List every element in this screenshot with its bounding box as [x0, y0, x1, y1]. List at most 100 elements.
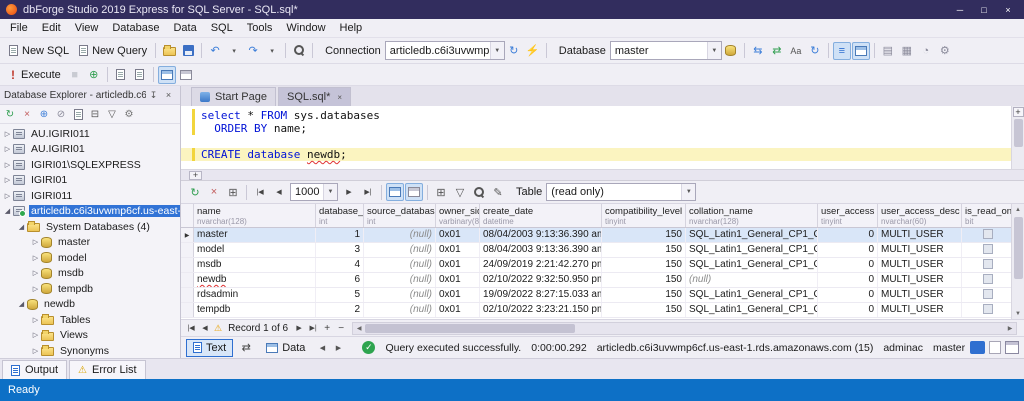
scroll-right-icon[interactable]: ▶	[1004, 325, 1016, 332]
cell-database_id[interactable]: 6	[316, 273, 364, 287]
cell-compatibility_level[interactable]: 150	[602, 258, 686, 272]
attach-icon[interactable]: ⊕	[85, 66, 103, 84]
next-record-icon[interactable]: ▶	[292, 324, 306, 332]
cell-name[interactable]: tempdb	[194, 303, 316, 317]
tree-item-tables[interactable]: ▷Tables	[0, 312, 180, 328]
tree-item-views[interactable]: ▷Views	[0, 328, 180, 344]
expand-icon[interactable]: ▷	[30, 238, 41, 246]
collapse-icon[interactable]: ◢	[16, 300, 27, 308]
tree-item-master[interactable]: ▷master	[0, 235, 180, 251]
schema-compare-icon[interactable]: ⇆	[749, 42, 767, 60]
expand-icon[interactable]: ▷	[2, 176, 13, 184]
sql-view-icon[interactable]	[970, 341, 985, 354]
menu-tools[interactable]: Tools	[240, 19, 280, 38]
tree-item-tempdb[interactable]: ▷tempdb	[0, 281, 180, 297]
dropdown-arrow-icon[interactable]: ▼	[490, 42, 504, 59]
text-view-button[interactable]: Text	[186, 339, 233, 357]
cell-name[interactable]: master	[194, 228, 316, 242]
refresh-connection-icon[interactable]: ↻	[505, 42, 523, 60]
cell-create_date[interactable]: 02/10/2022 9:32:50.950 pm	[480, 273, 602, 287]
scrollbar-thumb[interactable]	[365, 324, 575, 333]
prev-record-icon[interactable]: ◀	[198, 324, 212, 332]
new-database-icon[interactable]	[722, 42, 740, 60]
refresh-icon[interactable]: ↻	[806, 42, 824, 60]
redo-list-icon[interactable]: ▾	[263, 42, 281, 60]
expand-icon[interactable]: ▷	[30, 316, 41, 324]
undo-list-icon[interactable]: ▾	[225, 42, 243, 60]
column-header-database_id[interactable]: database_idint	[316, 204, 364, 227]
cell-is_read_only[interactable]	[962, 258, 1011, 272]
cell-compatibility_level[interactable]: 150	[602, 273, 686, 287]
cell-is_read_only[interactable]	[962, 243, 1011, 257]
cell-user_access[interactable]: 0	[818, 258, 878, 272]
cell-is_read_only[interactable]	[962, 228, 1011, 242]
first-page-icon[interactable]: |◀	[251, 183, 269, 201]
options-icon[interactable]: ⚙	[936, 42, 954, 60]
sql-formatter-icon[interactable]: ≡	[833, 42, 851, 60]
sort-icon[interactable]: Aa	[787, 42, 805, 60]
tree-item-au-igiri011[interactable]: ▷AU.IGIRI011	[0, 126, 180, 142]
find-icon[interactable]	[290, 42, 308, 60]
results-grid-icon[interactable]	[158, 66, 176, 84]
stop-icon[interactable]: ■	[66, 66, 84, 84]
first-record-icon[interactable]: |◀	[184, 324, 198, 332]
menu-file[interactable]: File	[3, 19, 35, 38]
history-icon[interactable]: ◔	[917, 42, 935, 60]
cell-name[interactable]: msdb	[194, 258, 316, 272]
scroll-up-icon[interactable]: ▲	[1015, 204, 1021, 215]
options-icon[interactable]: ⚙	[121, 106, 137, 122]
row-header[interactable]	[181, 258, 194, 272]
editor-lines[interactable]: select * FROM sys.databases ORDER BY nam…	[181, 106, 1011, 169]
grid-row-model[interactable]: model3(null)0x0108/04/2003 9:13:36.390 a…	[181, 243, 1011, 258]
expand-icon[interactable]: ▷	[30, 269, 41, 277]
grid-page-icon[interactable]	[1005, 341, 1019, 354]
code-line-1[interactable]: select * FROM sys.databases	[181, 109, 1011, 122]
data-compare-icon[interactable]: ⇄	[768, 42, 786, 60]
grid-row-rdsadmin[interactable]: rdsadmin5(null)0x0119/09/2022 8:27:15.03…	[181, 288, 1011, 303]
cell-source_database_id[interactable]: (null)	[364, 258, 436, 272]
cell-database_id[interactable]: 5	[316, 288, 364, 302]
tree-item-synonyms[interactable]: ▷Synonyms	[0, 343, 180, 358]
tab-error-list[interactable]: ⚠ Error List	[69, 360, 146, 379]
scroll-left-icon[interactable]: ◀	[353, 325, 365, 332]
cell-is_read_only[interactable]	[962, 303, 1011, 317]
expand-icon[interactable]: ▷	[2, 145, 13, 153]
last-page-icon[interactable]: ▶|	[359, 183, 377, 201]
connection-properties-icon[interactable]: ⚡	[524, 42, 542, 60]
tab-output[interactable]: Output	[2, 360, 67, 379]
filter-icon[interactable]: ▽	[104, 106, 120, 122]
cell-source_database_id[interactable]: (null)	[364, 273, 436, 287]
filter-icon[interactable]: ▽	[451, 183, 469, 201]
cell-create_date[interactable]: 24/09/2019 2:21:42.270 pm	[480, 258, 602, 272]
cell-collation_name[interactable]: SQL_Latin1_General_CP1_CI_AS	[686, 288, 818, 302]
collapse-icon[interactable]: ◢	[16, 223, 27, 231]
cell-collation_name[interactable]: SQL_Latin1_General_CP1_CI_AS	[686, 303, 818, 317]
append-record-icon[interactable]: +	[320, 323, 334, 334]
columns-icon[interactable]: ▦	[898, 42, 916, 60]
maximize-button[interactable]: □	[972, 1, 996, 18]
editor-results-splitter[interactable]: +	[181, 170, 1024, 181]
refresh-icon[interactable]: ↻	[2, 106, 18, 122]
close-button[interactable]: ×	[996, 1, 1020, 18]
dropdown-arrow-icon[interactable]: ▼	[707, 42, 721, 59]
cell-is_read_only[interactable]	[962, 288, 1011, 302]
new-sql-button[interactable]: New SQL	[4, 41, 74, 61]
new-query-button[interactable]: New Query	[74, 41, 152, 61]
checkbox-unchecked[interactable]	[983, 289, 993, 299]
cell-user_access_desc[interactable]: MULTI_USER	[878, 243, 962, 257]
undo-icon[interactable]: ↶	[206, 42, 224, 60]
row-header[interactable]	[181, 288, 194, 302]
tree-item-newdb[interactable]: ◢newdb	[0, 297, 180, 313]
cell-create_date[interactable]: 02/10/2022 3:23:21.150 pm	[480, 303, 602, 317]
execute-button[interactable]: ! Execute	[4, 65, 66, 85]
split-editor-icon[interactable]: +	[1013, 107, 1024, 117]
cell-user_access_desc[interactable]: MULTI_USER	[878, 258, 962, 272]
minimize-button[interactable]: ─	[948, 1, 972, 18]
save-icon[interactable]	[179, 42, 197, 60]
collapse-splitter-icon[interactable]: +	[189, 171, 202, 180]
scrollbar-thumb[interactable]	[1014, 119, 1023, 147]
expand-icon[interactable]: ▷	[2, 130, 13, 138]
tree-item-msdb[interactable]: ▷msdb	[0, 266, 180, 282]
expand-icon[interactable]: ▷	[30, 331, 41, 339]
collapse-icon[interactable]: ◢	[2, 207, 13, 215]
